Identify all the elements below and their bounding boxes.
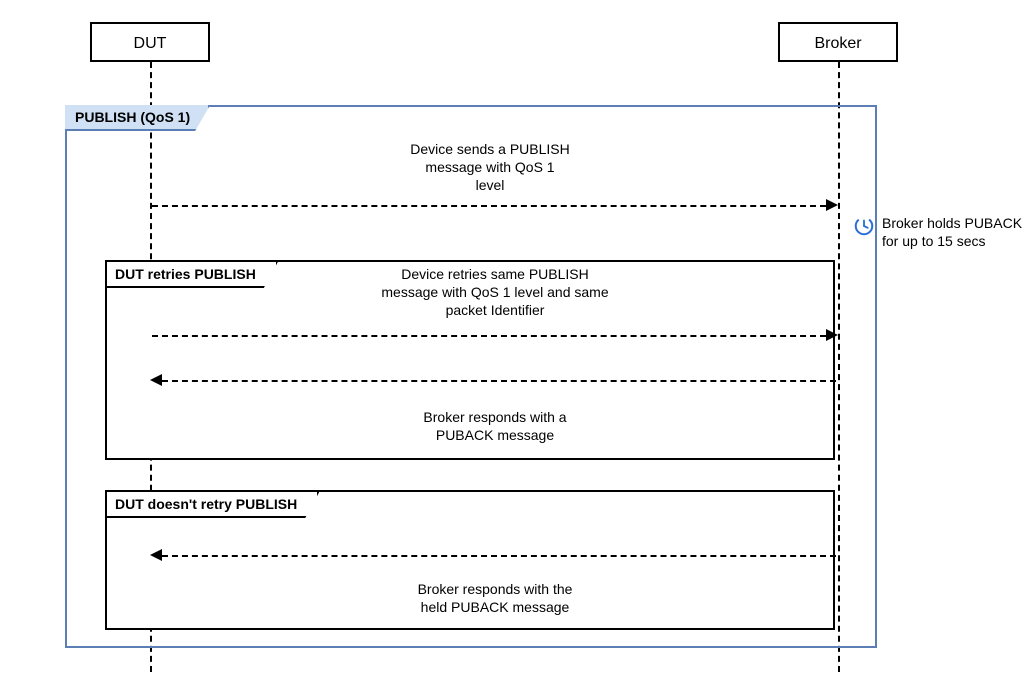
msg-publish-text: Device sends a PUBLISH message with QoS …: [300, 140, 680, 195]
arrow-puback1: [162, 380, 836, 382]
block-no-retry-label: DUT doesn't retry PUBLISH: [107, 492, 319, 518]
arrow-puback2-head: [150, 549, 162, 561]
participant-dut: DUT: [90, 22, 210, 62]
msg-puback1-text: Broker responds with a PUBACK message: [305, 408, 685, 444]
block-retries-title: DUT retries PUBLISH: [115, 266, 256, 282]
arrow-publish: [152, 205, 826, 207]
timer-note: Broker holds PUBACK for up to 15 secs: [882, 214, 1032, 250]
arrow-puback1-head: [150, 374, 162, 386]
participant-broker: Broker: [778, 22, 898, 62]
frame-title-text: PUBLISH (QoS 1): [75, 109, 190, 125]
msg-puback2-text: Broker responds with the held PUBACK mes…: [305, 580, 685, 616]
frame-title: PUBLISH (QoS 1): [65, 105, 210, 131]
timer-icon: [853, 215, 875, 237]
block-no-retry-title: DUT doesn't retry PUBLISH: [115, 496, 297, 512]
arrow-retry-head: [826, 329, 838, 341]
arrow-retry: [152, 335, 826, 337]
msg-retry-text: Device retries same PUBLISH message with…: [305, 265, 685, 320]
participant-broker-label: Broker: [814, 35, 861, 52]
arrow-publish-head: [826, 199, 838, 211]
block-retries-label: DUT retries PUBLISH: [107, 262, 278, 288]
participant-dut-label: DUT: [134, 35, 167, 52]
arrow-puback2: [162, 555, 836, 557]
